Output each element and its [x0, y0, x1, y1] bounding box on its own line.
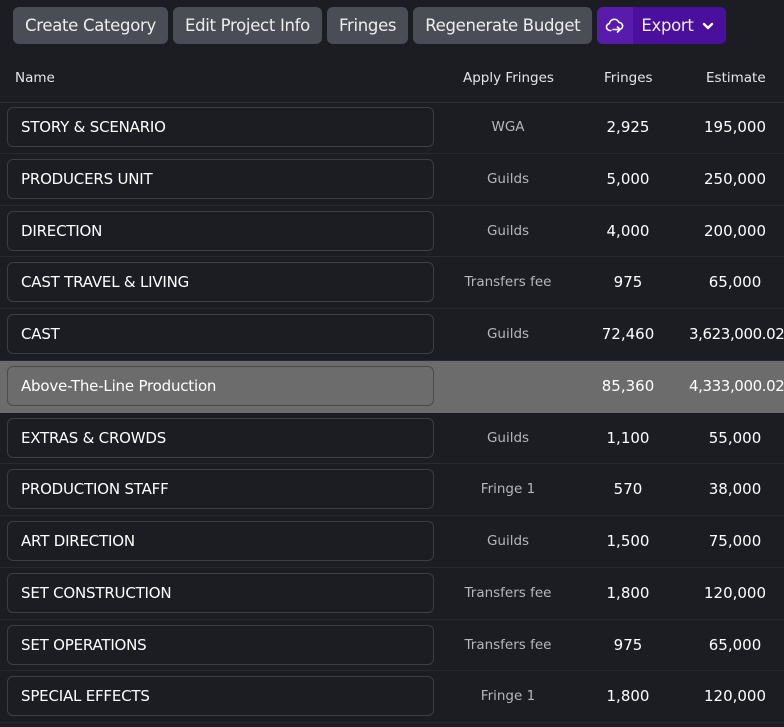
category-name-input[interactable]: EXTRAS & CROWDS	[7, 417, 434, 458]
estimate-cell: 65,000	[708, 273, 762, 292]
category-name-input[interactable]: CAST	[7, 314, 434, 354]
apply-fringes-cell[interactable]: Fringe 1	[448, 464, 568, 514]
fringes-cell: 2,925	[606, 118, 650, 136]
fringes-cell: 975	[613, 635, 643, 654]
subtotal-name-input[interactable]: Above-The-Line Production	[7, 365, 434, 406]
fringes-cell: 1,100	[606, 428, 650, 447]
cloud-upload-icon	[597, 7, 634, 44]
apply-fringes-cell[interactable]: Guilds	[448, 309, 568, 359]
table-row[interactable]: EXTRAS & CROWDS Guilds 1,100 55,000	[0, 413, 784, 465]
category-name-input[interactable]: ART DIRECTION	[7, 521, 434, 561]
table-row[interactable]: SPECIAL EFFECTS Fringe 1 1,800 120,000	[0, 671, 784, 723]
estimate-cell: 65,000	[708, 635, 762, 654]
table-row[interactable]: PRODUCTION STAFF Fringe 1 570 38,000	[0, 464, 784, 516]
estimate-cell: 38,000	[708, 480, 762, 499]
estimate-cell: 3,623,000.02	[689, 325, 784, 343]
category-name-input[interactable]: SET CONSTRUCTION	[7, 572, 434, 613]
apply-fringes-cell[interactable]: Transfers fee	[448, 568, 568, 618]
estimate-cell: 55,000	[708, 428, 762, 447]
estimate-cell: 250,000	[703, 169, 767, 188]
export-label: Export	[641, 16, 694, 35]
category-name-input[interactable]: SET OPERATIONS	[7, 624, 434, 665]
column-header-apply-fringes[interactable]: Apply Fringes	[463, 70, 554, 86]
apply-fringes-cell[interactable]: Guilds	[448, 413, 568, 463]
category-name-input[interactable]: PRODUCERS UNIT	[7, 158, 434, 199]
chevron-down-icon[interactable]	[702, 22, 726, 30]
subtotal-row[interactable]: Above-The-Line Production 85,360 4,333,0…	[0, 360, 784, 413]
apply-fringes-cell[interactable]: Guilds	[448, 154, 568, 204]
category-name-input[interactable]: SPECIAL EFFECTS	[7, 676, 434, 717]
fringes-cell: 72,460	[601, 325, 655, 343]
estimate-cell: 120,000	[703, 583, 767, 602]
budget-table-body: STORY & SCENARIO WGA 2,925 195,000 PRODU…	[0, 102, 784, 723]
table-row[interactable]: CAST TRAVEL & LIVING Transfers fee 975 6…	[0, 257, 784, 309]
toolbar: Create Category Edit Project Info Fringe…	[13, 7, 726, 44]
apply-fringes-cell[interactable]: Transfers fee	[448, 257, 568, 307]
column-header-fringes[interactable]: Fringes	[604, 70, 653, 86]
subtotal-estimate-cell: 4,333,000.02	[689, 376, 784, 395]
edit-project-info-button[interactable]: Edit Project Info	[172, 7, 322, 44]
table-row[interactable]: SET CONSTRUCTION Transfers fee 1,800 120…	[0, 568, 784, 620]
column-header-estimate[interactable]: Estimate	[706, 70, 766, 86]
table-row[interactable]: CAST Guilds 72,460 3,623,000.02	[0, 309, 784, 361]
apply-fringes-cell[interactable]: Transfers fee	[448, 620, 568, 670]
estimate-cell: 75,000	[708, 532, 762, 550]
apply-fringes-cell[interactable]: Fringe 1	[448, 671, 568, 721]
regenerate-budget-button[interactable]: Regenerate Budget	[413, 7, 593, 44]
estimate-cell: 120,000	[703, 687, 767, 706]
subtotal-fringes-cell: 85,360	[601, 376, 655, 395]
column-header-name[interactable]: Name	[15, 70, 55, 86]
apply-fringes-cell[interactable]: Guilds	[448, 206, 568, 256]
fringes-cell: 1,500	[606, 532, 650, 550]
table-row[interactable]: STORY & SCENARIO WGA 2,925 195,000	[0, 102, 784, 154]
fringes-cell: 5,000	[606, 169, 650, 188]
category-name-input[interactable]: DIRECTION	[7, 210, 434, 251]
category-name-input[interactable]: CAST TRAVEL & LIVING	[7, 262, 434, 303]
estimate-cell: 195,000	[703, 118, 767, 136]
apply-fringes-cell[interactable]: WGA	[448, 102, 568, 152]
fringes-cell: 975	[613, 273, 643, 292]
apply-fringes-cell[interactable]: Guilds	[448, 516, 568, 566]
estimate-cell: 200,000	[703, 221, 767, 240]
fringes-button[interactable]: Fringes	[326, 7, 409, 44]
apply-fringes-cell	[448, 361, 568, 411]
fringes-cell: 4,000	[606, 221, 650, 240]
category-name-input[interactable]: PRODUCTION STAFF	[7, 469, 434, 510]
fringes-cell: 570	[613, 480, 643, 499]
table-row[interactable]: PRODUCERS UNIT Guilds 5,000 250,000	[0, 154, 784, 206]
create-category-button[interactable]: Create Category	[13, 7, 168, 44]
table-header: Name Apply Fringes Fringes Estimate	[0, 60, 784, 103]
table-row[interactable]: DIRECTION Guilds 4,000 200,000	[0, 206, 784, 258]
export-button[interactable]: Export	[597, 7, 726, 44]
fringes-cell: 1,800	[606, 687, 650, 706]
fringes-cell: 1,800	[606, 583, 650, 602]
table-row[interactable]: SET OPERATIONS Transfers fee 975 65,000	[0, 620, 784, 672]
category-name-input[interactable]: STORY & SCENARIO	[7, 107, 434, 147]
table-row[interactable]: ART DIRECTION Guilds 1,500 75,000	[0, 516, 784, 568]
